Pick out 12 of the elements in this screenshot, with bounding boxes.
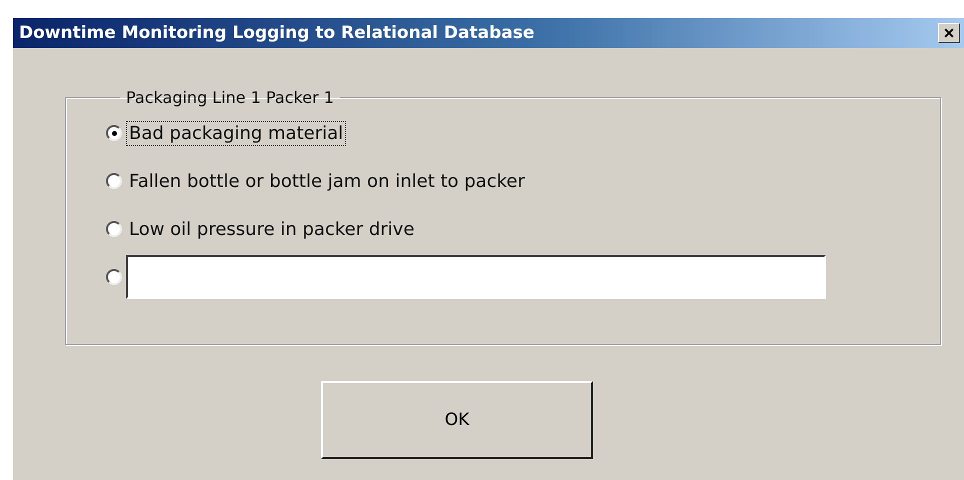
window-title: Downtime Monitoring Logging to Relational Database [19, 23, 534, 43]
input-field[interactable] [126, 255, 826, 299]
close-button[interactable]: × [938, 23, 960, 43]
radio-button[interactable] [106, 269, 122, 285]
ok-button[interactable]: OK [321, 381, 593, 459]
option-label[interactable]: Low oil pressure in packer drive [126, 216, 418, 242]
radio-button[interactable] [106, 173, 122, 189]
option-label[interactable]: Fallen bottle or bottle jam on inlet to packer [126, 168, 528, 194]
option-label[interactable]: Bad packaging material [126, 120, 346, 146]
group-title: Packaging Line 1 Packer 1 [125, 88, 335, 107]
radio-button[interactable] [106, 125, 122, 141]
radio-button[interactable] [106, 221, 122, 237]
